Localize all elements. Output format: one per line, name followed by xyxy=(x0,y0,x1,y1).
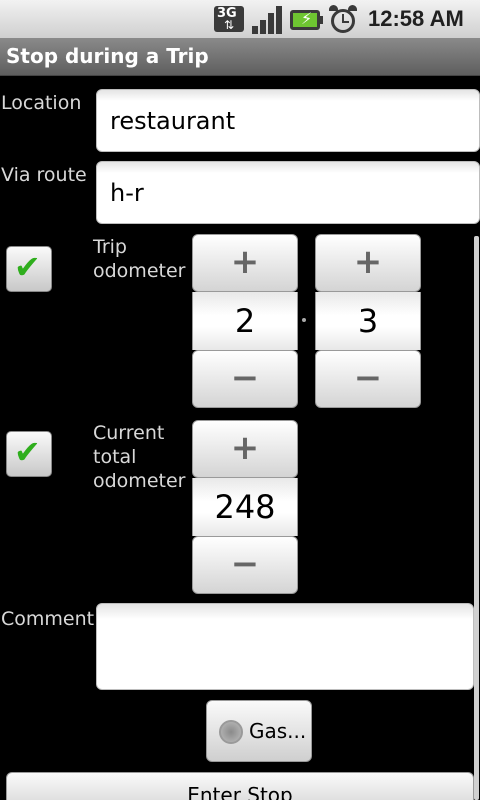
trip-tenths-decrement-button[interactable]: − xyxy=(315,350,421,408)
battery-charging-icon: ⚡ xyxy=(288,4,324,34)
location-value: restaurant xyxy=(110,106,236,135)
signal-icon xyxy=(250,4,284,34)
via-route-field[interactable]: h-r xyxy=(96,161,480,224)
decimal-separator xyxy=(302,318,306,322)
status-bar: 3G ⇅ ⚡ 12:58 AM xyxy=(0,0,480,38)
scrollbar[interactable] xyxy=(474,236,479,800)
trip-whole-increment-button[interactable]: + xyxy=(192,234,298,292)
via-route-label: Via route xyxy=(1,164,87,186)
radio-icon xyxy=(219,720,243,744)
comment-field[interactable] xyxy=(96,603,474,690)
enter-stop-label: Enter Stop xyxy=(187,783,293,800)
via-route-value: h-r xyxy=(110,178,144,207)
trip-odometer-label: Trip odometer xyxy=(93,236,186,282)
trip-tenths-value[interactable]: 3 xyxy=(315,292,421,350)
trip-tenths-increment-button[interactable]: + xyxy=(315,234,421,292)
clock-time: 12:58 AM xyxy=(368,6,464,31)
total-odometer-checkbox[interactable]: ✔ xyxy=(6,431,52,477)
page-title: Stop during a Trip xyxy=(6,44,209,68)
gas-button[interactable]: Gas... xyxy=(206,700,312,762)
comment-label: Comment xyxy=(1,608,95,630)
location-field[interactable]: restaurant xyxy=(96,89,480,152)
total-decrement-button[interactable]: − xyxy=(192,536,298,594)
checkmark-icon: ✔ xyxy=(14,433,41,471)
trip-odometer-checkbox[interactable]: ✔ xyxy=(6,246,52,292)
trip-whole-decrement-button[interactable]: − xyxy=(192,350,298,408)
enter-stop-button[interactable]: Enter Stop xyxy=(6,772,474,800)
total-increment-button[interactable]: + xyxy=(192,420,298,478)
checkmark-icon: ✔ xyxy=(14,248,41,286)
total-odometer-value[interactable]: 248 xyxy=(192,478,298,536)
gas-button-label: Gas... xyxy=(249,719,307,743)
trip-whole-value[interactable]: 2 xyxy=(192,292,298,350)
3g-icon: 3G ⇅ xyxy=(212,4,246,34)
alarm-icon xyxy=(328,4,360,34)
title-bar: Stop during a Trip xyxy=(0,38,480,76)
location-label: Location xyxy=(1,92,82,114)
total-odometer-label: Current total odometer xyxy=(93,422,186,492)
